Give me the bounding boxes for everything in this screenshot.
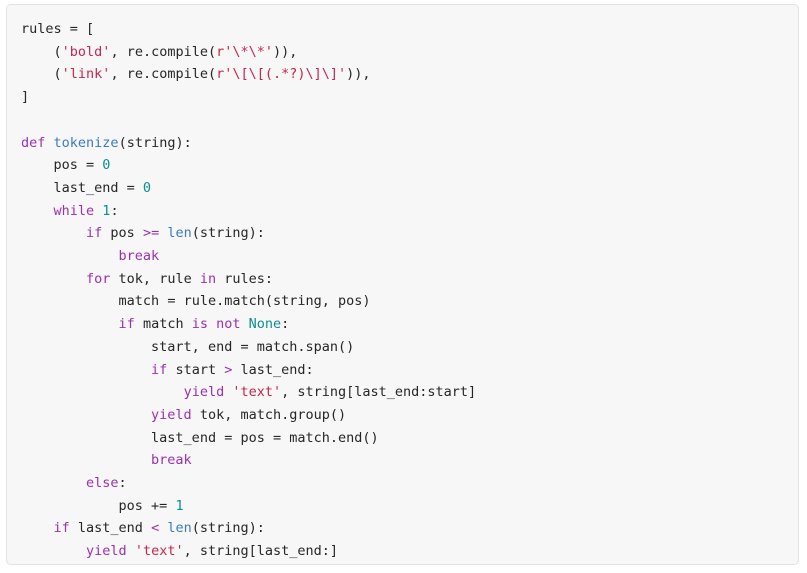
code-token: :: [118, 475, 127, 492]
code-token: tokenize: [53, 134, 119, 151]
code-line: last_end = pos = match.end(): [21, 427, 798, 450]
code-line: ('link', re.compile(r'\[\[(.*?)\]\]')),: [21, 63, 798, 86]
code-line: rules = [: [21, 18, 798, 41]
code-token: last_end = pos = match.end(): [151, 429, 379, 446]
code-line: pos += 1: [21, 495, 798, 518]
code-line: if pos >= len(string):: [21, 222, 798, 245]
code-token: yield: [151, 406, 192, 423]
code-line: ]: [21, 86, 798, 109]
code-line: last_end = 0: [21, 177, 798, 200]
code-token: r'\[\[(.*?)\]\]': [216, 66, 347, 83]
code-block-card: rules = [ ('bold', re.compile(r'\*\*')),…: [6, 4, 799, 565]
code-token: :: [110, 202, 119, 219]
code-line: start, end = match.span(): [21, 336, 798, 359]
code-token: if: [118, 316, 135, 333]
code-token: (: [53, 66, 62, 83]
code-token: r'\*\*': [216, 43, 274, 60]
code-token: start, end = match.span(): [151, 338, 355, 355]
code-line: if last_end < len(string):: [21, 517, 798, 540]
code-token: def: [21, 134, 46, 151]
code-token: not: [216, 316, 241, 333]
code-token: (string):: [191, 225, 265, 242]
code-token: pos: [102, 225, 143, 242]
code-token: break: [118, 248, 160, 265]
code-line: yield tok, match.group(): [21, 404, 798, 427]
code-token: 'text': [232, 384, 282, 401]
code-token: else: [86, 475, 119, 492]
code-token: 0: [142, 179, 152, 196]
code-token: if: [151, 361, 168, 378]
code-token: 1: [175, 497, 184, 514]
code-token: pos =: [53, 157, 103, 174]
code-token: match: [134, 316, 192, 333]
code-token: len: [167, 520, 192, 537]
code-token: , re.compile(: [110, 66, 217, 83]
code-token: 'link': [61, 66, 111, 83]
code-token: last_end =: [53, 179, 143, 196]
code-line: break: [21, 449, 798, 472]
code-token: >=: [142, 225, 160, 242]
code-token: if: [53, 520, 70, 537]
code-line: yield 'text', string[last_end:start]: [21, 381, 798, 404]
code-token: , string[last_end:start]: [281, 384, 477, 401]
code-line: if start > last_end:: [21, 359, 798, 382]
code-line: while 1:: [21, 200, 798, 223]
code-token: rules = [: [21, 21, 95, 37]
code-token: )),: [346, 66, 371, 83]
code-token: rules:: [216, 270, 273, 287]
python-code-listing[interactable]: rules = [ ('bold', re.compile(r'\*\*')),…: [7, 5, 798, 563]
code-token: pos +=: [118, 497, 176, 514]
code-line: def tokenize(string):: [21, 132, 798, 155]
code-token: None: [248, 316, 282, 333]
code-token: start: [167, 361, 225, 378]
code-token: break: [151, 452, 192, 469]
code-token: is: [191, 316, 208, 333]
code-line: else:: [21, 472, 798, 495]
code-token: if: [86, 225, 103, 242]
code-token: match = rule.match(string, pos): [118, 293, 371, 310]
code-token: for: [86, 270, 111, 287]
code-line: if match is not None:: [21, 313, 798, 336]
code-line: pos = 0: [21, 154, 798, 177]
code-line: for tok, rule in rules:: [21, 268, 798, 291]
code-line: yield 'text', string[last_end:]: [21, 540, 798, 563]
code-line: ('bold', re.compile(r'\*\*')),: [21, 41, 798, 64]
code-token: last_end:: [232, 361, 314, 378]
code-token: tok, rule: [110, 270, 200, 287]
code-token: tok, match.group(): [191, 406, 347, 423]
code-token: len: [167, 225, 192, 242]
code-token: while: [53, 202, 95, 219]
code-token: , string[last_end:]: [183, 543, 339, 560]
code-token: 'bold': [61, 43, 111, 60]
code-token: :: [281, 316, 290, 333]
code-token: in: [199, 270, 217, 287]
code-token: )),: [273, 43, 298, 60]
code-token: (string):: [191, 520, 265, 537]
code-token: <: [151, 520, 160, 537]
code-token: (string):: [118, 134, 192, 151]
code-token: , re.compile(: [110, 43, 217, 60]
code-token: ]: [21, 89, 30, 106]
code-line: match = rule.match(string, pos): [21, 290, 798, 313]
code-token: (: [53, 43, 62, 60]
code-token: 'text': [134, 543, 184, 560]
code-token: 0: [102, 157, 111, 174]
code-token: yield: [86, 543, 127, 560]
code-line: break: [21, 245, 798, 268]
code-token: yield: [183, 384, 225, 401]
code-token: last_end: [69, 520, 152, 537]
